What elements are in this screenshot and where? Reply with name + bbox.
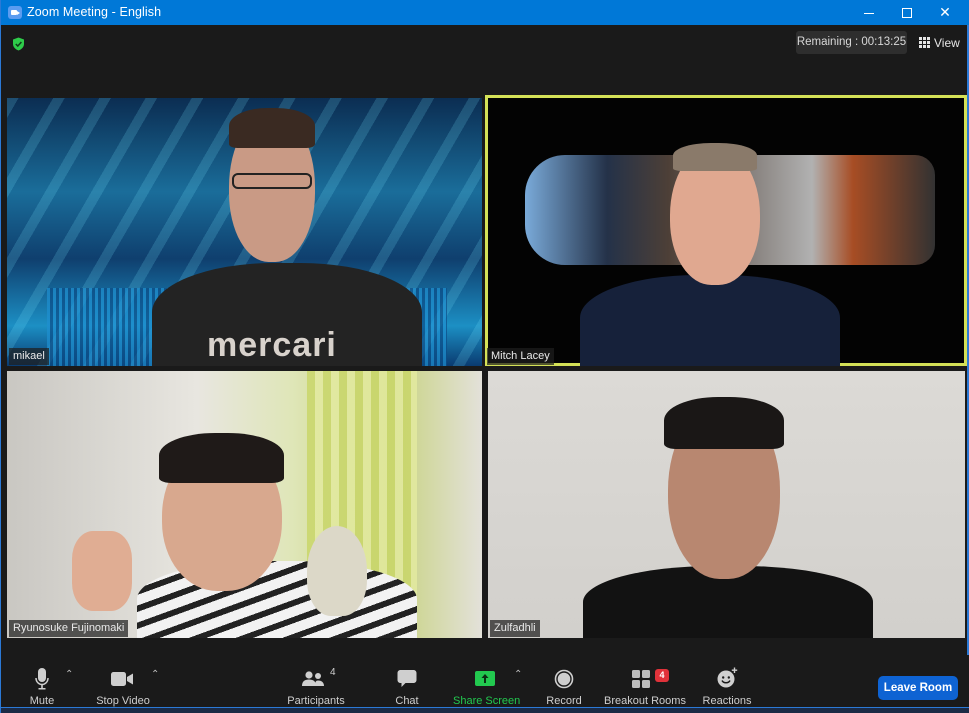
participants-count: 4 bbox=[330, 667, 336, 678]
title-bar: Zoom Meeting - English ✕ bbox=[1, 0, 969, 25]
audio-options-caret[interactable]: ⌃ bbox=[65, 669, 73, 680]
share-options-caret[interactable]: ⌃ bbox=[514, 669, 522, 680]
chat-label: Chat bbox=[395, 695, 419, 707]
thumbs-up-hand bbox=[72, 531, 132, 611]
close-icon: ✕ bbox=[939, 4, 951, 20]
meeting-toolbar: Mute ⌃ Stop Video ⌃ 4 Participants Chat … bbox=[1, 655, 969, 707]
shirt-logo-text: mercari bbox=[207, 326, 337, 364]
reactions-label: Reactions bbox=[702, 695, 752, 707]
hair bbox=[159, 433, 284, 483]
background-window-strip bbox=[1, 707, 969, 713]
zoom-meeting-window: Zoom Meeting - English ✕ Remaining : 00:… bbox=[0, 0, 969, 713]
window-title: Zoom Meeting - English bbox=[27, 5, 162, 19]
participant-name-label: Mitch Lacey bbox=[487, 348, 554, 365]
video-tile-ryunosuke-fujinomaki[interactable]: Ryunosuke Fujinomaki bbox=[7, 371, 482, 638]
mute-label: Mute bbox=[29, 695, 55, 707]
chat-bubble-icon bbox=[397, 670, 417, 687]
hair bbox=[229, 108, 315, 148]
stop-video-button[interactable]: Stop Video bbox=[91, 665, 155, 707]
participants-label: Participants bbox=[287, 695, 345, 707]
leave-room-button[interactable]: Leave Room bbox=[878, 676, 958, 700]
maximize-button[interactable] bbox=[887, 0, 927, 25]
share-arrow-icon bbox=[475, 671, 495, 686]
meeting-timer: Remaining : 00:13:25 bbox=[796, 31, 907, 54]
video-tile-mikael[interactable]: mercari mikael bbox=[7, 98, 482, 366]
breakout-rooms-button[interactable]: 4 Breakout Rooms bbox=[603, 665, 687, 707]
video-tile-mitch-lacey[interactable]: Mitch Lacey bbox=[485, 95, 967, 366]
minimize-icon bbox=[864, 12, 874, 14]
reactions-button[interactable]: Reactions bbox=[701, 665, 753, 707]
microphone-icon bbox=[35, 668, 49, 690]
cockatiel-bird bbox=[307, 526, 367, 616]
shield-check-icon[interactable] bbox=[12, 37, 25, 51]
share-screen-button[interactable]: Share Screen bbox=[453, 665, 521, 707]
view-button[interactable]: View bbox=[914, 31, 962, 54]
zoom-app-icon bbox=[8, 6, 22, 19]
record-icon bbox=[554, 669, 574, 689]
mute-button[interactable]: Mute bbox=[15, 665, 69, 707]
smiley-plus-icon bbox=[717, 667, 738, 688]
hair bbox=[673, 143, 757, 171]
breakout-grid-icon bbox=[632, 670, 650, 688]
chat-button[interactable]: Chat bbox=[387, 665, 427, 707]
record-button[interactable]: Record bbox=[541, 665, 587, 707]
hair bbox=[664, 397, 784, 449]
participants-button[interactable]: 4 Participants bbox=[285, 665, 347, 707]
breakout-rooms-label: Breakout Rooms bbox=[604, 695, 686, 707]
close-button[interactable]: ✕ bbox=[925, 0, 965, 25]
video-options-caret[interactable]: ⌃ bbox=[151, 669, 159, 680]
stop-video-label: Stop Video bbox=[96, 695, 150, 707]
people-icon bbox=[302, 671, 324, 686]
participant-name-label: Ryunosuke Fujinomaki bbox=[9, 620, 129, 637]
record-label: Record bbox=[546, 695, 582, 707]
person-body bbox=[580, 275, 840, 366]
participant-name-label: Zulfadhli bbox=[490, 620, 540, 637]
share-screen-label: Share Screen bbox=[453, 695, 521, 707]
grid-icon bbox=[919, 37, 930, 48]
video-camera-icon bbox=[111, 672, 133, 686]
minimize-button[interactable] bbox=[849, 0, 889, 25]
maximize-icon bbox=[902, 8, 912, 19]
video-tile-zulfadhli[interactable]: Zulfadhli bbox=[488, 371, 965, 638]
breakout-rooms-count-badge: 4 bbox=[655, 669, 669, 682]
participant-name-label: mikael bbox=[9, 348, 49, 365]
glasses bbox=[232, 173, 312, 189]
view-label: View bbox=[934, 35, 960, 50]
